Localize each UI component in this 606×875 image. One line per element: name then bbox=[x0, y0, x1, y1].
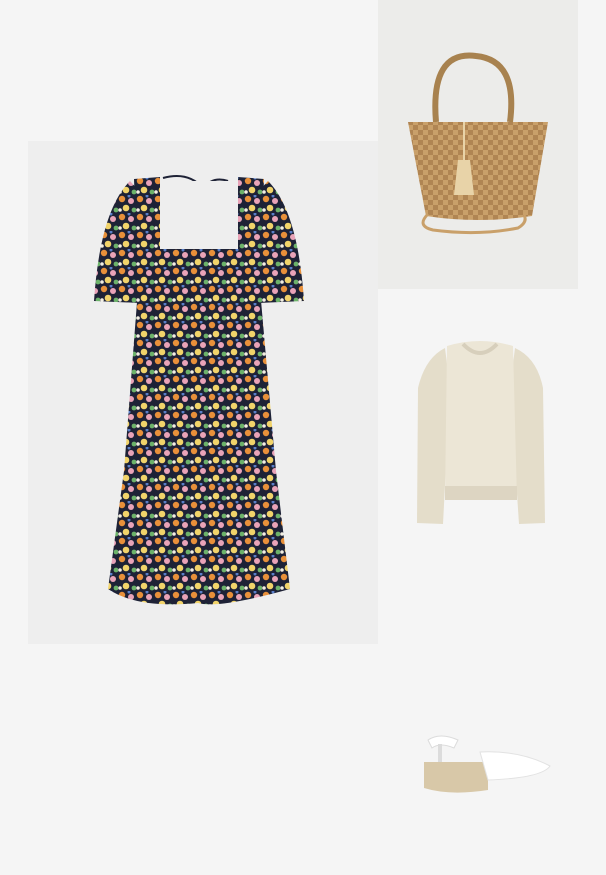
bag-handle bbox=[432, 52, 515, 123]
espadrille-illustration bbox=[424, 735, 551, 793]
cardigan-body bbox=[445, 341, 517, 500]
skirt bbox=[108, 289, 290, 605]
knit-cardigan-illustration bbox=[417, 341, 545, 524]
wedge-sole bbox=[424, 762, 488, 793]
cardigan-hem bbox=[445, 486, 517, 500]
shoe-product-image[interactable] bbox=[410, 720, 560, 800]
floral-dress-illustration bbox=[94, 175, 304, 605]
ankle-strap bbox=[427, 735, 459, 749]
straw-tote-illustration bbox=[408, 52, 548, 235]
dress-product-image[interactable] bbox=[28, 141, 378, 644]
outfit-collage: { "collage": { "items": [ {"name": "flor… bbox=[0, 0, 606, 875]
shoe-upper bbox=[479, 751, 551, 781]
bag-product-image[interactable] bbox=[378, 0, 578, 289]
cardigan-product-image[interactable] bbox=[385, 318, 575, 548]
bag-body bbox=[408, 122, 548, 220]
